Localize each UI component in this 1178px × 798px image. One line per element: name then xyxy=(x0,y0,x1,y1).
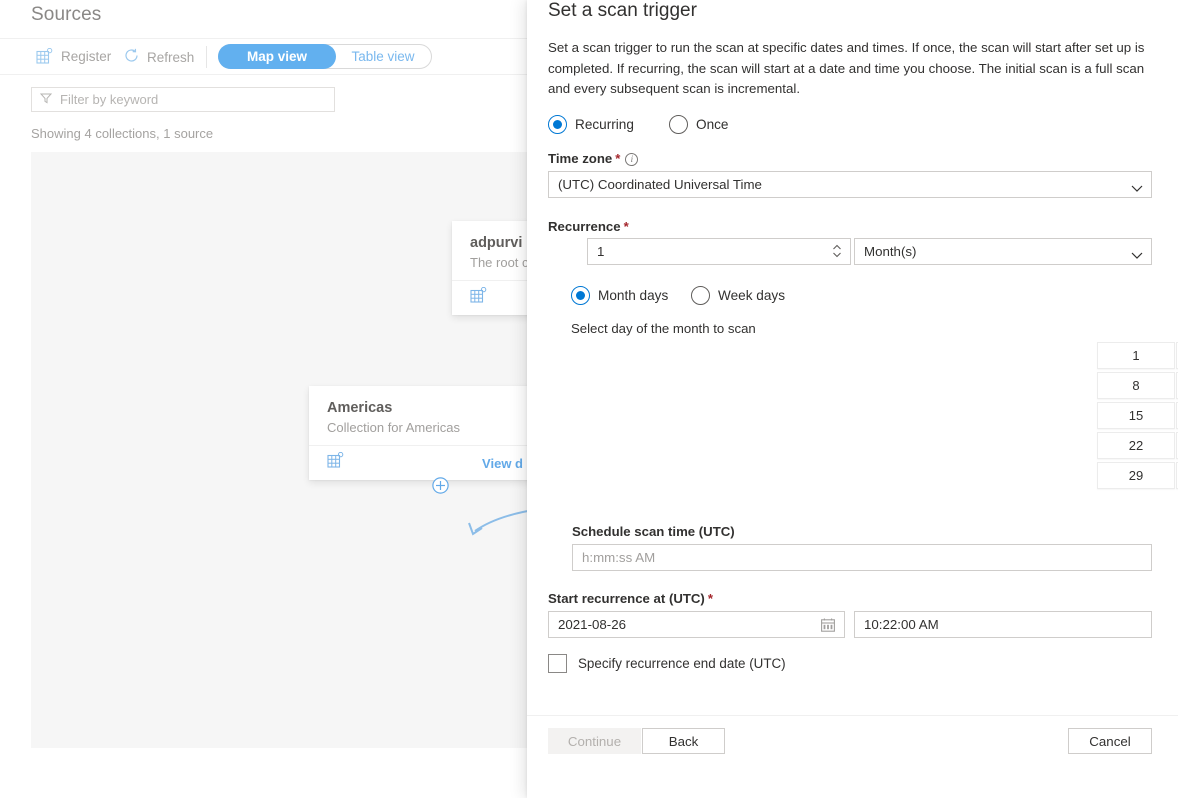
time-zone-label-text: Time zone xyxy=(548,151,613,166)
time-zone-value: (UTC) Coordinated Universal Time xyxy=(558,177,762,192)
register-button[interactable]: Register xyxy=(36,47,112,65)
recurrence-interval-input[interactable]: 1 xyxy=(587,238,851,265)
start-recurrence-label-text: Start recurrence at (UTC) xyxy=(548,591,705,606)
day-cell[interactable]: 1 xyxy=(1097,342,1175,369)
spinner-updown-icon[interactable] xyxy=(832,243,842,259)
filter-icon xyxy=(39,91,53,109)
grid-add-icon[interactable] xyxy=(470,286,487,309)
start-recurrence-label: Start recurrence at (UTC) * xyxy=(548,591,713,606)
filter-input[interactable]: Filter by keyword xyxy=(31,87,335,112)
radio-week-days-label: Week days xyxy=(718,288,785,303)
recurrence-label: Recurrence * xyxy=(548,219,629,234)
refresh-label: Refresh xyxy=(147,49,195,65)
register-label: Register xyxy=(61,49,112,64)
specify-end-date-label: Specify recurrence end date (UTC) xyxy=(578,656,786,671)
collection-card-americas[interactable]: Americas Collection for Americas View d xyxy=(309,386,540,480)
required-marker: * xyxy=(707,591,713,606)
day-picker-label: Select day of the month to scan xyxy=(571,321,756,336)
recurrence-unit-value: Month(s) xyxy=(864,244,917,259)
footer-divider xyxy=(527,715,1178,716)
grid-add-icon[interactable] xyxy=(327,451,344,474)
toolbar-divider xyxy=(206,46,207,68)
radio-recurring-indicator[interactable] xyxy=(548,115,567,134)
panel-description: Set a scan trigger to run the scan at sp… xyxy=(548,40,1145,96)
radio-once-label: Once xyxy=(696,117,729,132)
view-toggle[interactable]: Map view Table view xyxy=(218,44,432,69)
page-title: Sources xyxy=(31,4,102,25)
radio-recurring-label: Recurring xyxy=(575,117,634,132)
recurrence-interval-value: 1 xyxy=(597,244,605,259)
required-marker: * xyxy=(623,219,629,234)
radio-week-days[interactable]: Week days xyxy=(691,286,785,305)
recurrence-unit-dropdown[interactable]: Month(s) xyxy=(854,238,1152,265)
day-cell[interactable]: 8 xyxy=(1097,372,1175,399)
refresh-icon xyxy=(124,48,139,66)
start-recurrence-time-input[interactable]: 10:22:00 AM xyxy=(854,611,1152,638)
radio-month-days[interactable]: Month days xyxy=(571,286,668,305)
continue-button[interactable]: Continue xyxy=(548,728,641,754)
card-footer: View d xyxy=(309,445,540,480)
scan-trigger-panel: Set a scan trigger Set a scan trigger to… xyxy=(527,0,1178,798)
recurrence-label-text: Recurrence xyxy=(548,219,621,234)
day-cell[interactable]: 29 xyxy=(1097,462,1175,489)
calendar-icon[interactable] xyxy=(821,618,835,632)
day-cell[interactable]: 22 xyxy=(1097,432,1175,459)
panel-header: Set a scan trigger xyxy=(548,0,697,22)
radio-week-days-indicator[interactable] xyxy=(691,286,710,305)
radio-month-days-label: Month days xyxy=(598,288,669,303)
schedule-scan-time-input[interactable]: h:mm:ss AM xyxy=(572,544,1152,571)
schedule-scan-time-label: Schedule scan time (UTC) xyxy=(572,524,735,539)
plus-circle-icon[interactable] xyxy=(432,477,449,494)
card-description: Collection for Americas xyxy=(327,420,460,435)
specify-end-date-checkbox-row[interactable]: Specify recurrence end date (UTC) xyxy=(548,654,786,673)
filter-placeholder: Filter by keyword xyxy=(60,92,159,107)
radio-month-days-indicator[interactable] xyxy=(571,286,590,305)
card-link[interactable]: View d xyxy=(482,456,523,471)
day-of-month-grid[interactable]: 1234567891011121314151617181920212223242… xyxy=(1097,342,1178,489)
start-recurrence-date-input[interactable]: 2021-08-26 xyxy=(548,611,845,638)
radio-once[interactable]: Once xyxy=(669,115,729,134)
tab-table-view[interactable]: Table view xyxy=(335,45,431,68)
chevron-down-icon xyxy=(1131,248,1143,259)
card-body: Americas Collection for Americas xyxy=(309,386,540,445)
showing-count: Showing 4 collections, 1 source xyxy=(31,126,214,141)
required-marker: * xyxy=(615,151,621,166)
time-zone-dropdown[interactable]: (UTC) Coordinated Universal Time xyxy=(548,171,1152,198)
grid-add-icon xyxy=(36,47,53,65)
specify-end-date-checkbox[interactable] xyxy=(548,654,567,673)
start-recurrence-time-value: 10:22:00 AM xyxy=(864,617,939,632)
refresh-button[interactable]: Refresh xyxy=(124,48,194,66)
schedule-scan-time-placeholder: h:mm:ss AM xyxy=(582,550,656,565)
radio-recurring[interactable]: Recurring xyxy=(548,115,634,134)
panel-title: Set a scan trigger xyxy=(548,0,697,21)
radio-once-indicator[interactable] xyxy=(669,115,688,134)
chevron-down-icon xyxy=(1131,181,1143,192)
cancel-button[interactable]: Cancel xyxy=(1068,728,1152,754)
sources-page-background: Sources Register Refresh Map view Table … xyxy=(0,0,540,798)
back-button[interactable]: Back xyxy=(642,728,725,754)
day-cell[interactable]: 15 xyxy=(1097,402,1175,429)
start-recurrence-date-value: 2021-08-26 xyxy=(558,617,627,632)
card-title: Americas xyxy=(327,400,393,416)
info-circle-icon[interactable]: i xyxy=(625,153,639,166)
time-zone-label: Time zone * i xyxy=(548,151,639,166)
tab-map-view[interactable]: Map view xyxy=(218,44,336,69)
